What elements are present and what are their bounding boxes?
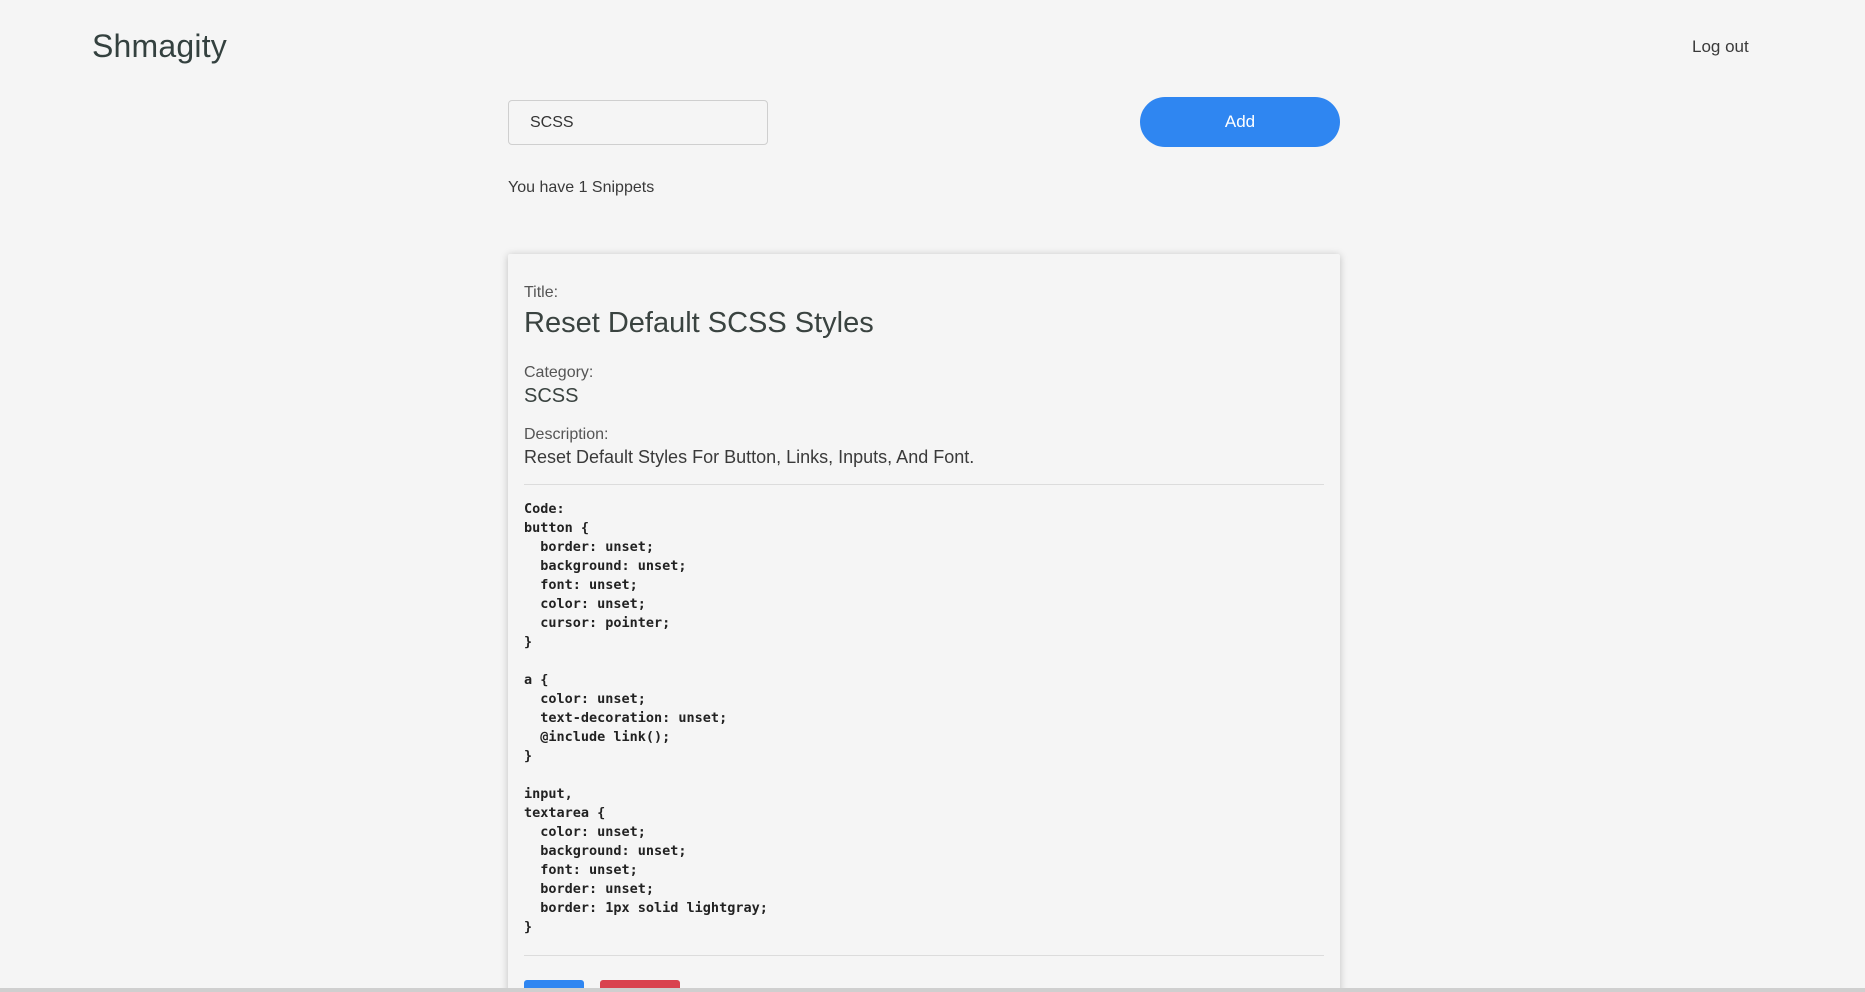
snippet-category: SCSS [524, 385, 579, 407]
horizontal-scrollbar[interactable] [0, 988, 1865, 992]
title-label: Title: [524, 284, 559, 301]
snippets-count: You have 1 Snippets [508, 179, 655, 196]
search-input[interactable] [508, 100, 768, 145]
snippet-title: Reset Default SCSS Styles [524, 307, 874, 339]
page: Shmagity Log out Add You have 1 Snippets… [0, 0, 1865, 992]
category-label: Category: [524, 364, 594, 381]
snippet-code: Code: button { border: unset; background… [524, 501, 768, 935]
brand-logo[interactable]: Shmagity [92, 28, 227, 65]
snippet-card: Title: Reset Default SCSS Styles Categor… [508, 254, 1340, 992]
divider [524, 955, 1324, 956]
divider [524, 484, 1324, 485]
description-label: Description: [524, 426, 609, 443]
logout-link[interactable]: Log out [1692, 37, 1749, 57]
snippet-description: Reset Default Styles For Button, Links, … [524, 447, 975, 467]
add-button[interactable]: Add [1140, 97, 1340, 147]
